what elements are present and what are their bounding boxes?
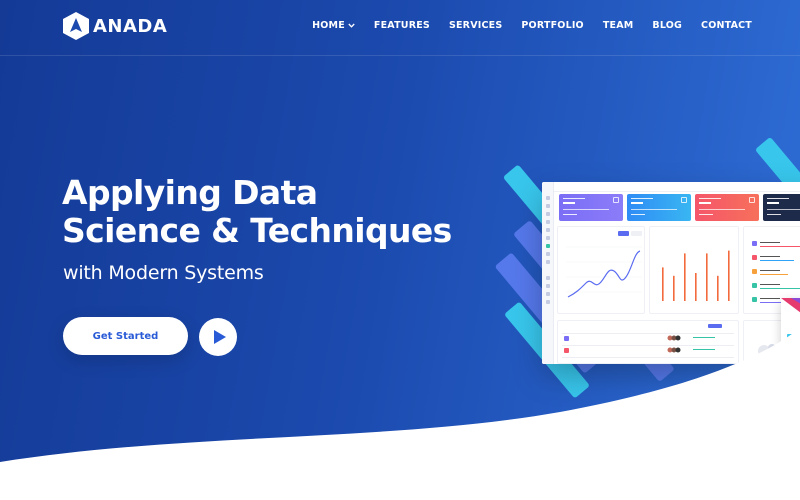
nav-item-portfolio[interactable]: PORTFOLIO bbox=[521, 20, 583, 31]
brand-name: ANADA bbox=[93, 15, 168, 37]
hero-title-line-1: Applying Data bbox=[62, 173, 318, 212]
orders-bar bbox=[706, 253, 708, 301]
nav-item-blog[interactable]: BLOG bbox=[652, 20, 682, 31]
sales-line-chart bbox=[566, 231, 642, 298]
nav-item-team[interactable]: TEAM bbox=[603, 20, 634, 31]
orders-bar bbox=[673, 275, 675, 301]
mock-page-visits-table bbox=[557, 320, 739, 364]
mock-stat-card bbox=[627, 194, 691, 221]
nav-item-contact[interactable]: CONTACT bbox=[701, 20, 752, 31]
mock-stat-card bbox=[763, 194, 800, 221]
play-video-button[interactable] bbox=[199, 318, 237, 356]
mock-sales-chart bbox=[557, 226, 645, 314]
brand-logo-icon bbox=[63, 12, 89, 40]
nav-item-home[interactable]: HOME bbox=[312, 20, 355, 31]
orders-bar bbox=[728, 250, 730, 301]
mock-stat-card bbox=[559, 194, 623, 221]
orders-bar bbox=[717, 275, 719, 301]
hero-title-line-2: Science & Techniques bbox=[62, 211, 452, 250]
dashboard-mockup bbox=[542, 182, 800, 364]
orders-bar-chart bbox=[662, 250, 730, 301]
get-started-button[interactable]: Get Started bbox=[63, 317, 188, 355]
hero-section: ANADA HOME FEATURES SERVICES PORTFOLIO T… bbox=[0, 0, 800, 500]
mock-topbar bbox=[554, 182, 800, 192]
orders-bar bbox=[695, 273, 697, 301]
play-icon bbox=[213, 330, 226, 344]
hero-subtitle: with Modern Systems bbox=[63, 262, 264, 284]
mock-stat-card bbox=[695, 194, 759, 221]
mock-orders-popup bbox=[781, 298, 800, 358]
mock-sidebar bbox=[542, 182, 554, 364]
mock-orders-chart bbox=[649, 226, 739, 314]
brand[interactable]: ANADA bbox=[62, 11, 167, 41]
top-navbar: ANADA HOME FEATURES SERVICES PORTFOLIO T… bbox=[0, 0, 800, 56]
chevron-down-icon bbox=[348, 23, 355, 28]
main-menu: HOME FEATURES SERVICES PORTFOLIO TEAM BL… bbox=[312, 20, 752, 31]
orders-bar bbox=[662, 267, 664, 301]
orders-bar bbox=[684, 253, 686, 301]
nav-item-label: HOME bbox=[312, 20, 345, 31]
nav-item-services[interactable]: SERVICES bbox=[449, 20, 502, 31]
nav-item-features[interactable]: FEATURES bbox=[374, 20, 430, 31]
